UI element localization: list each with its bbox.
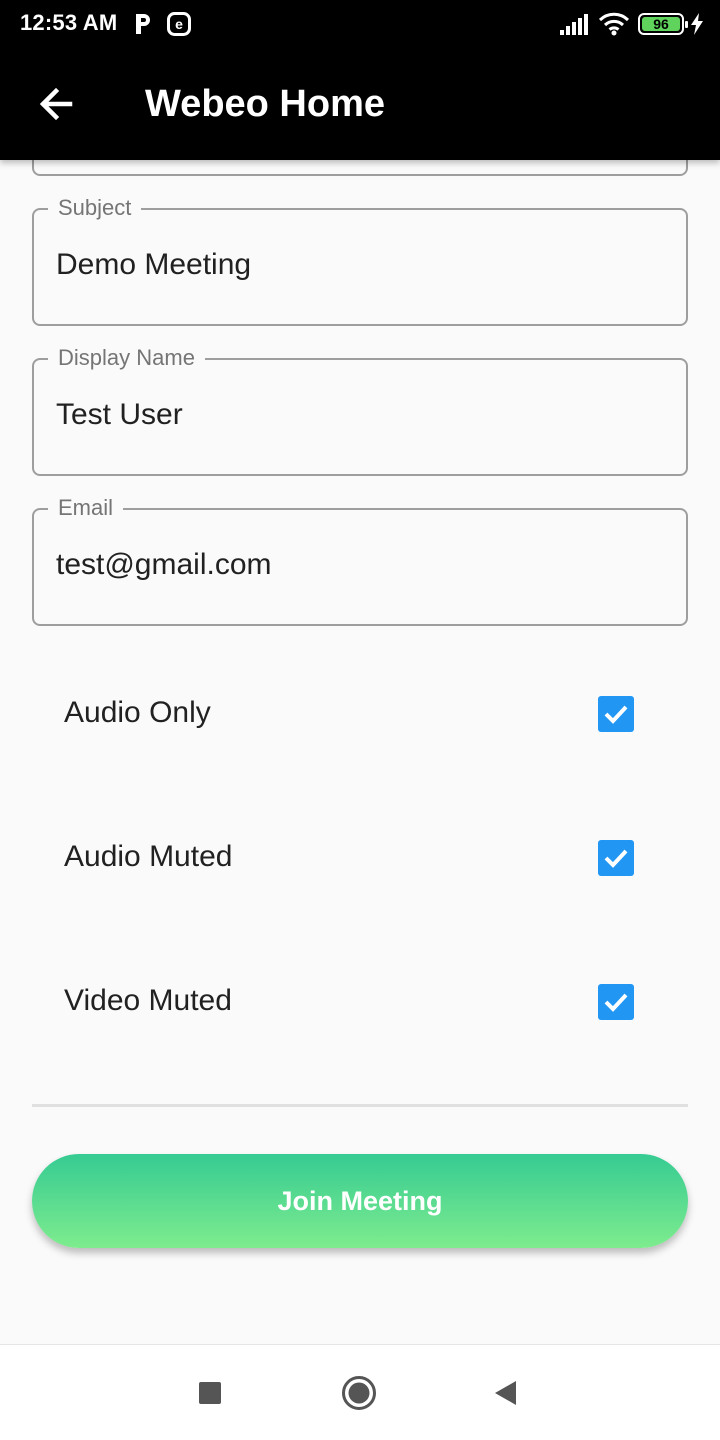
nav-bar xyxy=(0,1344,720,1440)
display-name-field[interactable]: Display Name Test User xyxy=(32,345,688,476)
form-content[interactable]: Subject Demo Meeting Display Name Test U… xyxy=(0,160,720,1344)
battery-icon: 96 xyxy=(638,13,688,35)
app-bar: Webeo Home xyxy=(0,50,720,160)
subject-label: Subject xyxy=(48,195,142,221)
checkmark-icon xyxy=(604,705,628,724)
audio-only-label: Audio Only xyxy=(64,696,211,729)
status-time: 12:53 AM xyxy=(20,10,118,35)
join-meeting-button[interactable]: Join Meeting xyxy=(32,1154,688,1248)
charging-icon xyxy=(690,13,704,40)
status-bar: 12:53 AM e 96 xyxy=(0,0,720,50)
checkmark-icon xyxy=(604,849,628,868)
svg-text:e: e xyxy=(175,16,183,32)
wifi-icon xyxy=(598,12,630,41)
home-circle-icon[interactable] xyxy=(341,1375,377,1416)
display-name-input[interactable]: Test User xyxy=(56,398,183,432)
battery-level: 96 xyxy=(653,16,669,32)
video-muted-label: Video Muted xyxy=(64,984,232,1017)
audio-muted-checkbox[interactable] xyxy=(598,840,634,876)
audio-muted-label: Audio Muted xyxy=(64,840,233,873)
email-field[interactable]: Email test@gmail.com xyxy=(32,495,688,626)
video-muted-checkbox[interactable] xyxy=(598,984,634,1020)
audio-muted-option[interactable]: Audio Muted xyxy=(32,818,688,898)
email-input[interactable]: test@gmail.com xyxy=(56,548,272,582)
subject-field[interactable]: Subject Demo Meeting xyxy=(32,195,688,326)
parking-icon xyxy=(133,12,153,41)
room-field-partial[interactable] xyxy=(32,160,688,176)
signal-icon xyxy=(560,14,590,41)
page-title: Webeo Home xyxy=(145,83,386,125)
e-app-icon: e xyxy=(167,12,191,41)
display-name-label: Display Name xyxy=(48,345,205,371)
video-muted-option[interactable]: Video Muted xyxy=(32,962,688,1042)
back-arrow-icon[interactable] xyxy=(36,84,76,124)
checkmark-icon xyxy=(604,993,628,1012)
audio-only-option[interactable]: Audio Only xyxy=(32,674,688,754)
back-triangle-icon[interactable] xyxy=(494,1380,518,1411)
recents-square-icon[interactable] xyxy=(198,1381,222,1410)
audio-only-checkbox[interactable] xyxy=(598,696,634,732)
email-label: Email xyxy=(48,495,124,521)
divider xyxy=(32,1104,688,1107)
subject-input[interactable]: Demo Meeting xyxy=(56,248,251,282)
